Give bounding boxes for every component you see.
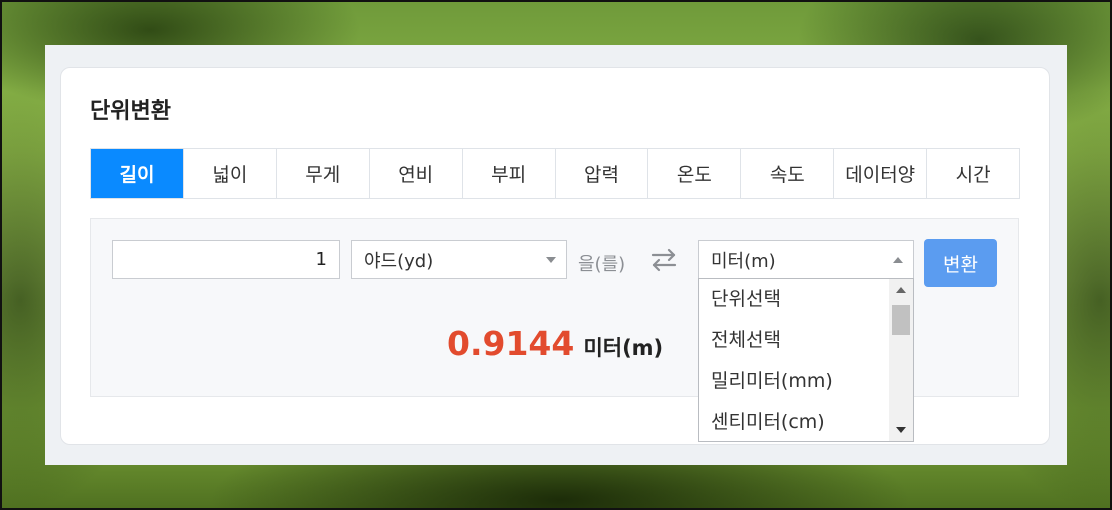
dropdown-option[interactable]: 밀리미터(mm) xyxy=(699,361,913,402)
result-unit: 미터(m) xyxy=(583,336,664,360)
swap-arrows-icon[interactable] xyxy=(650,247,678,273)
scrollbar-thumb[interactable] xyxy=(892,305,910,335)
scroll-up-icon[interactable] xyxy=(896,287,906,293)
value-input[interactable] xyxy=(112,240,340,279)
tab-pressure[interactable]: 압력 xyxy=(556,149,649,198)
dropdown-option[interactable]: 전체선택 xyxy=(699,320,913,361)
dropdown-option[interactable]: 단위선택 xyxy=(699,279,913,320)
result-value: 0.9144 xyxy=(447,324,575,363)
tab-volume[interactable]: 부피 xyxy=(463,149,556,198)
tab-length[interactable]: 길이 xyxy=(91,149,184,198)
page-title: 단위변환 xyxy=(90,99,171,124)
dropdown-option[interactable]: 센티미터(cm) xyxy=(699,402,913,441)
unit-category-tabs: 길이 넓이 무게 연비 부피 압력 온도 속도 데이터양 시간 xyxy=(90,148,1020,199)
tab-area[interactable]: 넓이 xyxy=(184,149,277,198)
tab-weight[interactable]: 무게 xyxy=(277,149,370,198)
tab-data-size[interactable]: 데이터양 xyxy=(834,149,928,198)
chevron-down-icon xyxy=(546,257,556,263)
tab-fuel-economy[interactable]: 연비 xyxy=(370,149,463,198)
to-unit-select[interactable]: 미터(m) xyxy=(698,240,914,279)
conversion-result: 0.9144 미터(m) xyxy=(447,324,663,363)
dropdown-scrollbar[interactable] xyxy=(889,279,913,441)
tab-time[interactable]: 시간 xyxy=(927,149,1019,198)
tab-temperature[interactable]: 온도 xyxy=(648,149,742,198)
convert-button[interactable]: 변환 xyxy=(924,239,997,287)
from-unit-label: 야드(yd) xyxy=(364,250,434,272)
to-unit-dropdown-list: 단위선택 전체선택 밀리미터(mm) 센티미터(cm) xyxy=(698,278,914,442)
from-unit-select[interactable]: 야드(yd) xyxy=(351,240,567,279)
scroll-down-icon[interactable] xyxy=(896,427,906,433)
tab-speed[interactable]: 속도 xyxy=(741,149,835,198)
to-unit-label: 미터(m) xyxy=(711,250,776,272)
chevron-up-icon xyxy=(893,257,903,263)
particle-label: 을(를) xyxy=(578,254,626,275)
